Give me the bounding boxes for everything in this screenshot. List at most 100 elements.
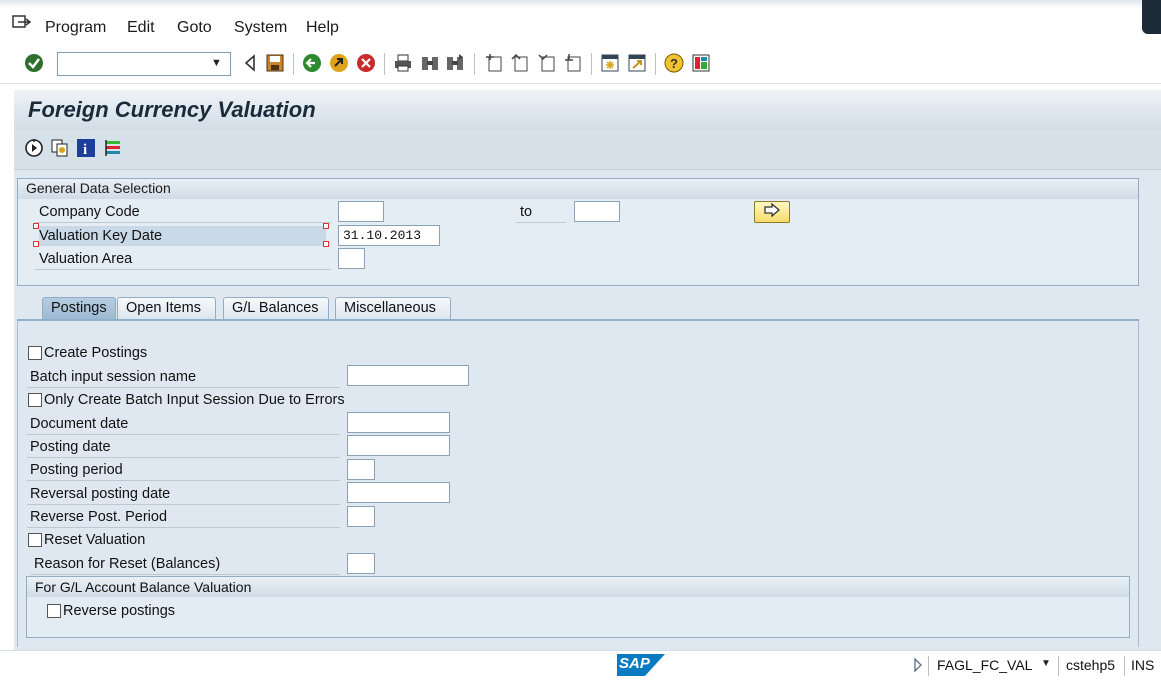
execute-icon[interactable] [24, 138, 44, 158]
help-icon[interactable]: ? [664, 53, 684, 73]
status-mode[interactable]: INS [1131, 657, 1154, 673]
reason-reset-label: Reason for Reset (Balances) [34, 556, 221, 572]
toolbar-separator [293, 53, 294, 75]
document-date-label: Document date [30, 416, 129, 432]
label-underline [27, 480, 340, 481]
posting-period-label: Posting period [30, 462, 123, 478]
toolbar-separator [384, 53, 385, 75]
create-postings-checkbox[interactable] [28, 346, 42, 360]
create-postings-label: Create Postings [44, 345, 148, 361]
valuation-area-label: Valuation Area [39, 251, 133, 267]
window-corner [1142, 0, 1161, 34]
company-code-label: Company Code [39, 204, 140, 220]
selection-handle[interactable] [33, 241, 39, 247]
general-data-title: General Data Selection [26, 180, 171, 196]
information-icon[interactable]: i [76, 138, 96, 158]
cancel-icon[interactable] [356, 53, 376, 73]
status-dropdown-icon[interactable]: ▼ [1041, 658, 1051, 669]
find-next-icon[interactable] [445, 53, 465, 73]
next-page-icon[interactable] [537, 53, 557, 73]
menu-edit[interactable]: Edit [127, 19, 155, 37]
label-underline [27, 434, 340, 435]
variant-icon[interactable] [50, 138, 70, 158]
tab-gl-balances[interactable]: G/L Balances [223, 297, 329, 319]
menu-goto[interactable]: Goto [177, 19, 212, 37]
reason-reset-input[interactable] [347, 553, 375, 574]
gl-balance-title: For G/L Account Balance Valuation [35, 579, 252, 595]
sap-logo: SAP [617, 654, 665, 676]
previous-page-icon[interactable] [510, 53, 530, 73]
posting-date-label: Posting date [30, 439, 111, 455]
save-icon[interactable] [265, 53, 285, 73]
reversal-posting-date-input[interactable] [347, 482, 450, 503]
reverse-post-period-input[interactable] [347, 506, 375, 527]
valuation-key-date-input[interactable]: 31.10.2013 [338, 225, 440, 246]
label-underline [27, 457, 340, 458]
generate-shortcut-icon[interactable] [627, 53, 647, 73]
svg-text:i: i [83, 142, 87, 158]
first-page-icon[interactable] [484, 53, 504, 73]
label-underline [30, 574, 340, 575]
reverse-post-period-label: Reverse Post. Period [30, 509, 168, 525]
reverse-postings-checkbox[interactable] [47, 604, 61, 618]
menu-program[interactable]: Program [45, 19, 106, 37]
back-triangle-icon[interactable] [241, 53, 261, 73]
posting-period-input[interactable] [347, 459, 375, 480]
label-underline [35, 269, 331, 270]
only-batch-errors-checkbox[interactable] [28, 393, 42, 407]
tab-open-items[interactable]: Open Items [117, 297, 216, 319]
toolbar-separator [655, 53, 656, 75]
svg-text:?: ? [670, 56, 678, 71]
menu-help[interactable]: Help [306, 19, 339, 37]
label-underline [27, 504, 340, 505]
status-expand-icon[interactable] [913, 657, 923, 675]
batch-session-input[interactable] [347, 365, 469, 386]
command-field[interactable] [57, 52, 231, 76]
label-underline [27, 527, 340, 528]
label-underline [35, 222, 331, 223]
reverse-postings-label: Reverse postings [63, 603, 176, 619]
exit-icon[interactable] [329, 53, 349, 73]
exit-menu-icon[interactable] [12, 14, 32, 32]
toolbar-separator [591, 53, 592, 75]
back-icon[interactable] [302, 53, 322, 73]
tab-postings[interactable]: Postings [42, 297, 116, 319]
selection-handle[interactable] [323, 223, 329, 229]
only-batch-errors-label: Only Create Batch Input Session Due to E… [44, 392, 345, 408]
status-server: cstehp5 [1066, 657, 1116, 673]
sap-logo-text: SAP [619, 655, 650, 672]
reset-valuation-checkbox[interactable] [28, 533, 42, 547]
create-session-icon[interactable] [600, 53, 620, 73]
document-date-input[interactable] [347, 412, 450, 433]
company-code-to-input[interactable] [574, 201, 620, 222]
posting-date-input[interactable] [347, 435, 450, 456]
multiple-selection-arrow-icon [764, 202, 780, 218]
valuation-key-date-label: Valuation Key Date [39, 228, 163, 244]
page-title: Foreign Currency Valuation [28, 97, 316, 122]
status-transaction[interactable]: FAGL_FC_VAL [937, 657, 1032, 673]
label-underline [516, 222, 566, 223]
status-separator [1058, 656, 1059, 676]
status-separator [1124, 656, 1125, 676]
selection-handle[interactable] [33, 223, 39, 229]
reversal-posting-date-label: Reversal posting date [30, 486, 171, 502]
menu-system[interactable]: System [234, 19, 287, 37]
valuation-area-input[interactable] [338, 248, 365, 269]
customize-layout-icon[interactable] [691, 53, 711, 73]
print-icon[interactable] [393, 53, 413, 73]
selection-handle[interactable] [323, 241, 329, 247]
last-page-icon[interactable] [563, 53, 583, 73]
enter-check-icon[interactable] [24, 53, 44, 73]
general-data-header [18, 179, 1138, 199]
to-label: to [520, 204, 533, 220]
selection-options-icon[interactable] [103, 138, 123, 158]
find-icon[interactable] [420, 53, 440, 73]
window-top-edge [0, 0, 1161, 8]
command-dropdown-icon[interactable]: ▼ [211, 57, 222, 69]
company-code-from-input[interactable] [338, 201, 384, 222]
batch-session-label: Batch input session name [30, 369, 197, 385]
tab-miscellaneous[interactable]: Miscellaneous [335, 297, 451, 319]
application-toolbar [14, 130, 1161, 170]
multiple-selection-button[interactable] [754, 201, 790, 223]
status-separator [928, 656, 929, 676]
